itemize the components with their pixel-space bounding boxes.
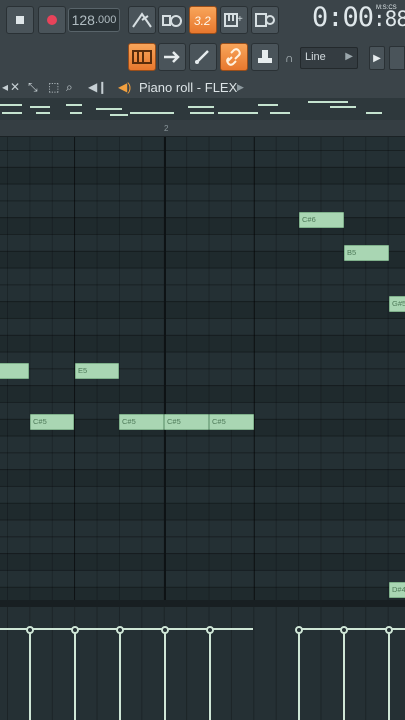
transport-row: 128.000 3.2 + 0:00:88 M:S:CS (0, 0, 405, 38)
countdown-icon[interactable]: 3.2 (189, 6, 217, 34)
bar-2-line (164, 137, 166, 600)
window-title: Piano roll - FLEX (139, 80, 238, 95)
note-cs5-4[interactable]: C#5 (209, 414, 254, 430)
zoom-icon[interactable]: ⌕ (66, 80, 73, 95)
note-cs5-3[interactable]: C#5 (164, 414, 209, 430)
speaker-icon: ◀) (118, 80, 132, 94)
snap-select[interactable]: Line ▶ (300, 47, 358, 69)
cut-notes-icon[interactable]: ✕ (10, 80, 20, 94)
record-button[interactable] (38, 6, 66, 34)
time-main: 0:00 (312, 2, 374, 33)
step-edit-icon[interactable]: + (220, 6, 248, 34)
wait-input-icon[interactable] (158, 6, 186, 34)
note-cs5-1[interactable]: C#5 (30, 414, 74, 430)
timeline-ruler[interactable] (0, 120, 405, 137)
bar-number: 2 (164, 124, 169, 133)
note-ds4[interactable]: D#4 (389, 582, 405, 598)
tempo-main: 128 (71, 12, 95, 28)
toolbar: 128.000 3.2 + 0:00:88 M:S:CS ∩ Line ▶ ▶ (0, 0, 405, 76)
stop-button[interactable] (6, 6, 34, 34)
note-cs6[interactable]: C#6 (299, 212, 344, 228)
next-arrow-button[interactable]: ▶ (369, 46, 385, 70)
velocity-lane[interactable] (0, 607, 405, 720)
arrow-right-icon[interactable] (158, 43, 186, 71)
pattern-song-button[interactable] (128, 43, 156, 71)
title-menu-arrow-icon[interactable]: ▶ (237, 82, 244, 93)
pattern-preview[interactable] (0, 98, 405, 120)
stamp-icon[interactable] (251, 43, 279, 71)
svg-text:+: + (237, 14, 243, 25)
note-gs5[interactable]: G#5 (389, 296, 405, 312)
metronome-icon[interactable] (128, 6, 156, 34)
piano-roll-tools-row: ∩ Line ▶ ▶ (0, 40, 405, 76)
toolbar-overflow-button[interactable] (389, 46, 405, 70)
time-unit-label: M:S:CS (376, 5, 397, 11)
piano-roll-grid[interactable]: E5 C#5 C#5 C#5 C#5 C#6 B5 G#5 D#4 (0, 137, 405, 600)
tempo-fraction: .000 (94, 14, 117, 26)
select-icon[interactable]: ⬚ (48, 80, 59, 94)
lane-divider[interactable] (0, 600, 405, 607)
magnet-icon: ∩ (285, 51, 294, 65)
snap-arrow-icon: ▶ (345, 51, 353, 62)
loop-record-icon[interactable] (251, 6, 279, 34)
snap-value: Line (305, 51, 326, 63)
svg-text:3.2: 3.2 (194, 14, 211, 28)
note-b5[interactable]: B5 (344, 245, 389, 261)
link-button[interactable] (220, 43, 248, 71)
tool-icon[interactable]: ⤡ (28, 80, 38, 95)
draw-tool-icon[interactable] (189, 43, 217, 71)
note-row1-a[interactable] (0, 363, 29, 379)
playback-icon[interactable]: ◀❙ (88, 80, 107, 94)
note-e5[interactable]: E5 (75, 363, 119, 379)
speaker-small-icon[interactable]: ◂ (2, 80, 8, 94)
note-cs5-2[interactable]: C#5 (119, 414, 164, 430)
tempo-display[interactable]: 128.000 (68, 8, 120, 32)
